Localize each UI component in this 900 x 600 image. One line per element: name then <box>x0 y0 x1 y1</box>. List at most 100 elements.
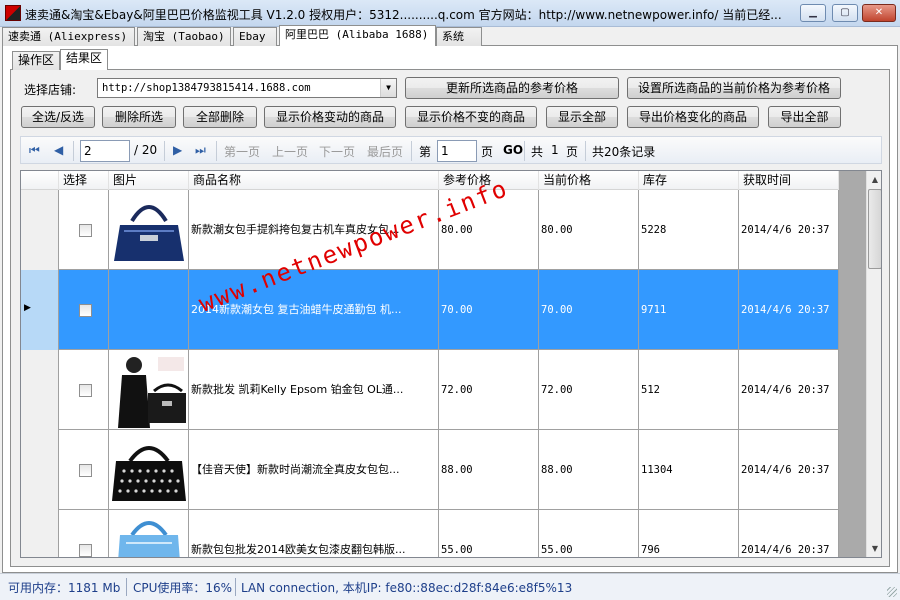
select-cell <box>59 430 109 510</box>
row-header[interactable] <box>21 350 59 430</box>
first-page-icon[interactable]: ⏮ <box>29 143 40 158</box>
row-header[interactable] <box>21 190 59 270</box>
tab-alibaba[interactable]: 阿里巴巴 (Alibaba 1688) <box>279 25 436 46</box>
title-bar: 速卖通&淘宝&Ebay&阿里巴巴价格监视工具 V1.2.0 授权用户：5312.… <box>0 0 900 27</box>
results-grid: 选择 图片 商品名称 参考价格 当前价格 库存 获取时间 新款潮女包手提斜挎包复… <box>20 170 882 558</box>
tab-aliexpress[interactable]: 速卖通 (Aliexpress) <box>2 27 135 46</box>
page-input[interactable]: 2 <box>80 140 130 162</box>
product-name: 新款包包批发2014欧美女包漆皮翻包韩版... <box>189 510 439 557</box>
separator <box>73 141 74 161</box>
tab-taobao[interactable]: 淘宝 (Taobao) <box>137 27 231 46</box>
separator <box>585 141 586 161</box>
prev-page-link[interactable]: 上一页 <box>272 143 308 160</box>
separator <box>126 578 127 596</box>
prev-page-icon[interactable]: ◀ <box>54 143 63 157</box>
memory-status: 可用内存：1181 Mb <box>8 581 121 595</box>
stock: 512 <box>639 350 739 430</box>
product-name: 新款批发 凯莉Kelly Epsom 铂金包 OL通... <box>189 350 439 430</box>
goto-suffix: 页 <box>481 145 494 159</box>
last-page-icon[interactable]: ⏭ <box>195 143 206 158</box>
row-header[interactable]: ▶ <box>21 270 59 350</box>
delete-selected-button[interactable]: 删除所选 <box>102 106 176 128</box>
scroll-up-icon[interactable]: ▲ <box>867 171 881 188</box>
tab-system[interactable]: 系统 <box>436 27 482 46</box>
goto-prefix: 第 <box>419 145 432 159</box>
export-all-button[interactable]: 导出全部 <box>768 106 841 128</box>
shop-select[interactable]: http://shop1384793815414.1688.com ▼ <box>97 78 397 98</box>
scroll-down-icon[interactable]: ▼ <box>867 540 881 557</box>
export-changed-button[interactable]: 导出价格变化的商品 <box>627 106 759 128</box>
column-header-time[interactable]: 获取时间 <box>739 171 839 190</box>
current-price: 72.00 <box>539 350 639 430</box>
show-all-button[interactable]: 显示全部 <box>546 106 618 128</box>
stock: 5228 <box>639 190 739 270</box>
goto-page-input[interactable]: 1 <box>437 140 477 162</box>
last-page-link[interactable]: 最后页 <box>367 143 403 160</box>
product-image <box>110 511 188 557</box>
total-pages-suffix: 页 <box>566 145 579 159</box>
go-button[interactable]: GO <box>503 143 523 157</box>
shop-label: 选择店铺: <box>24 83 77 97</box>
grid-vertical-scrollbar[interactable]: ▲ ▼ <box>866 171 881 557</box>
total-records: 共20条记录 <box>592 145 656 159</box>
row-checkbox[interactable] <box>79 384 92 397</box>
next-page-icon[interactable]: ▶ <box>173 143 182 157</box>
image-cell <box>109 430 189 510</box>
stock: 9711 <box>639 270 739 350</box>
column-header-image[interactable]: 图片 <box>109 171 189 190</box>
column-header-select[interactable]: 选择 <box>59 171 109 190</box>
maximize-button[interactable]: ▢ <box>832 4 858 22</box>
current-row-icon: ▶ <box>24 303 31 313</box>
scrollbar-thumb[interactable] <box>868 189 881 269</box>
delete-all-button[interactable]: 全部删除 <box>183 106 257 128</box>
current-price: 70.00 <box>539 270 639 350</box>
stock: 796 <box>639 510 739 557</box>
update-ref-price-button[interactable]: 更新所选商品的参考价格 <box>405 77 619 99</box>
product-image <box>110 431 188 508</box>
row-checkbox[interactable] <box>79 464 92 477</box>
set-ref-price-button[interactable]: 设置所选商品的当前价格为参考价格 <box>627 77 841 99</box>
total-pages-prefix: 共 <box>531 145 544 159</box>
close-button[interactable]: ✕ <box>862 4 896 22</box>
network-status: LAN connection, 本机IP: fe80::88ec:d28f:84… <box>241 581 573 595</box>
ref-price: 88.00 <box>439 430 539 510</box>
row-checkbox[interactable] <box>79 544 92 557</box>
select-all-button[interactable]: 全选/反选 <box>21 106 95 128</box>
select-cell <box>59 190 109 270</box>
ref-price: 55.00 <box>439 510 539 557</box>
status-bar: 可用内存：1181 Mb CPU使用率：16% LAN connection, … <box>0 573 900 600</box>
table-row[interactable]: 【佳音天使】新款时尚潮流全真皮女包包... 88.00 88.00 11304 … <box>21 430 839 510</box>
table-row[interactable]: 新款批发 凯莉Kelly Epsom 铂金包 OL通... 72.00 72.0… <box>21 350 839 430</box>
row-checkbox[interactable] <box>79 224 92 237</box>
column-header-stock[interactable]: 库存 <box>639 171 739 190</box>
table-row[interactable]: 新款包包批发2014欧美女包漆皮翻包韩版... 55.00 55.00 796 … <box>21 510 839 557</box>
tab-operations[interactable]: 操作区 <box>12 51 60 70</box>
tab-ebay[interactable]: Ebay <box>233 27 277 46</box>
table-row-selected[interactable]: ▶ 2014新款潮女包 复古油蜡牛皮通勤包 机... 70.00 70.00 9… <box>21 270 839 350</box>
image-cell <box>109 510 189 557</box>
pager-toolbar: ⏮ ◀ 2 / 20 ▶ ⏭ 第一页 上一页 下一页 最后页 第 1 页 GO … <box>20 136 882 164</box>
image-cell <box>109 270 189 350</box>
minimize-button[interactable]: ▁ <box>800 4 826 22</box>
chevron-down-icon[interactable]: ▼ <box>380 79 396 97</box>
column-header-name[interactable]: 商品名称 <box>189 171 439 190</box>
product-image <box>110 191 188 268</box>
resize-grip-icon[interactable] <box>887 587 897 597</box>
row-checkbox[interactable] <box>79 304 92 317</box>
fetch-time: 2014/4/6 20:37 <box>739 270 839 350</box>
image-cell <box>109 350 189 430</box>
row-header[interactable] <box>21 430 59 510</box>
cpu-status: CPU使用率：16% <box>133 581 233 595</box>
current-price: 80.00 <box>539 190 639 270</box>
next-page-link[interactable]: 下一页 <box>319 143 355 160</box>
grid-header: 选择 图片 商品名称 参考价格 当前价格 库存 获取时间 <box>21 171 839 190</box>
show-changed-button[interactable]: 显示价格变动的商品 <box>264 106 396 128</box>
show-unchanged-button[interactable]: 显示价格不变的商品 <box>405 106 537 128</box>
first-page-link[interactable]: 第一页 <box>224 143 260 160</box>
column-header-current-price[interactable]: 当前价格 <box>539 171 639 190</box>
tab-results[interactable]: 结果区 <box>60 49 108 70</box>
row-header[interactable] <box>21 510 59 557</box>
product-image <box>110 351 188 428</box>
fetch-time: 2014/4/6 20:37 <box>739 350 839 430</box>
window-title: 速卖通&淘宝&Ebay&阿里巴巴价格监视工具 V1.2.0 授权用户：5312.… <box>25 8 782 22</box>
